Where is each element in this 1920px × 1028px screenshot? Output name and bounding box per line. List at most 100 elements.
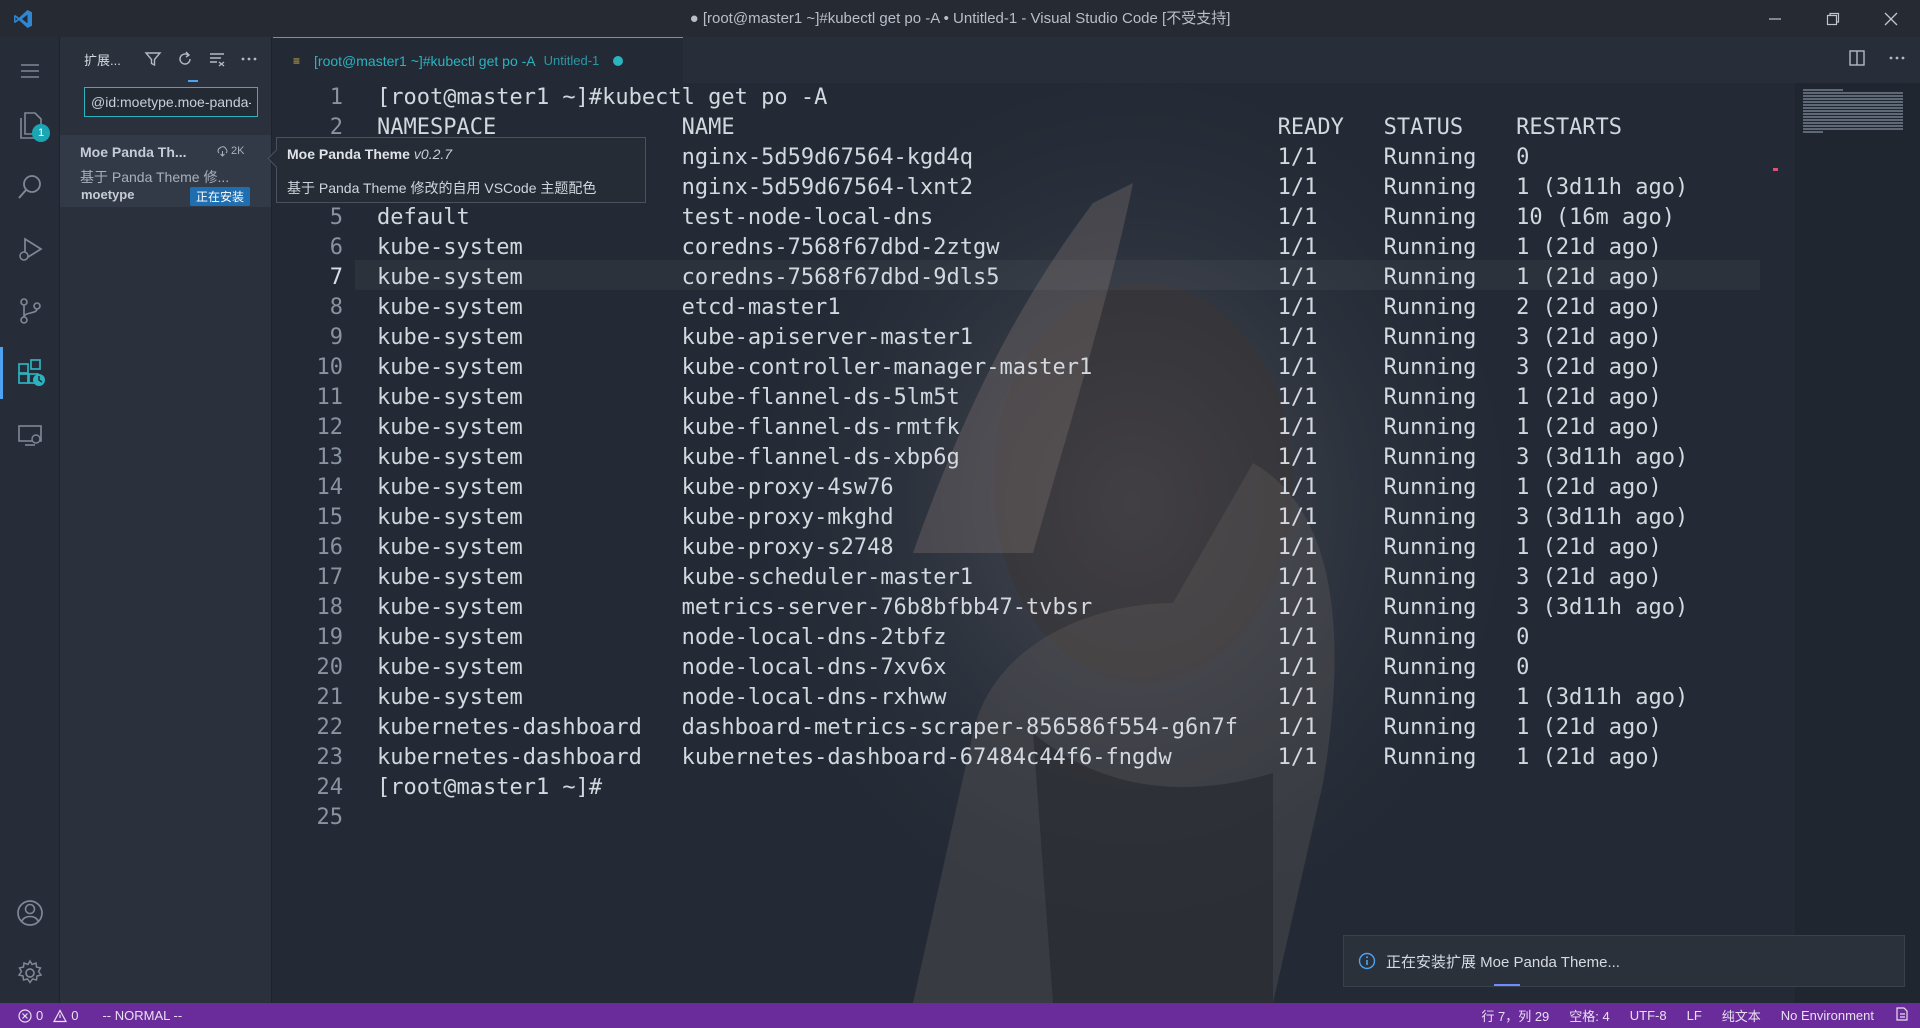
line-number: 13: [316, 445, 344, 470]
line-number: 10: [316, 355, 344, 380]
code-line[interactable]: 5 default test-node-local-dns 1/1 Running…: [273, 203, 1813, 233]
line-number: 11: [316, 385, 344, 410]
feedback-icon[interactable]: [1894, 1006, 1910, 1025]
explorer-icon[interactable]: 1: [0, 99, 60, 151]
minimap[interactable]: [1795, 83, 1920, 1003]
code-line[interactable]: 20 kube-system node-local-dns-7xv6x 1/1 R…: [273, 653, 1813, 683]
line-text[interactable]: kube-system kube-flannel-ds-xbp6g 1/1 Ru…: [377, 443, 1688, 473]
unsaved-dot-icon[interactable]: [613, 55, 624, 66]
line-number: 19: [316, 625, 344, 650]
indentation[interactable]: 空格: 4: [1569, 1006, 1609, 1025]
code-line[interactable]: 12 kube-system kube-flannel-ds-rmtfk 1/1 …: [273, 413, 1813, 443]
source-control-icon[interactable]: [0, 285, 60, 337]
activity-bar: 1: [0, 37, 60, 1003]
line-text[interactable]: kube-system node-local-dns-7xv6x 1/1 Run…: [377, 653, 1529, 683]
line-number: 5: [329, 205, 343, 230]
language-mode[interactable]: 纯文本: [1722, 1006, 1761, 1025]
line-text[interactable]: kube-system node-local-dns-2tbfz 1/1 Run…: [377, 623, 1529, 653]
code-line[interactable]: 24 [root@master1 ~]#: [273, 773, 1813, 803]
line-text[interactable]: kube-system kube-controller-manager-mast…: [377, 353, 1662, 383]
line-text[interactable]: kube-system kube-proxy-4sw76 1/1 Running…: [377, 473, 1662, 503]
environment[interactable]: No Environment: [1781, 1008, 1874, 1023]
clear-results-icon[interactable]: [206, 48, 228, 70]
code-line[interactable]: 8 kube-system etcd-master1 1/1 Running 2 …: [273, 293, 1813, 323]
line-number: 22: [316, 715, 344, 740]
line-text[interactable]: kube-system etcd-master1 1/1 Running 2 (…: [377, 293, 1662, 323]
search-icon[interactable]: [0, 161, 60, 213]
more-actions-icon[interactable]: [238, 48, 260, 70]
extension-search-input[interactable]: [84, 87, 258, 117]
line-number: 18: [316, 595, 344, 620]
code-line[interactable]: 19 kube-system node-local-dns-2tbfz 1/1 R…: [273, 623, 1813, 653]
problems-indicator[interactable]: 0 0: [18, 1008, 78, 1023]
line-number: 6: [329, 235, 343, 260]
extensions-icon[interactable]: [0, 347, 60, 399]
split-editor-icon[interactable]: [1848, 49, 1866, 72]
line-number: 9: [329, 325, 343, 350]
code-line[interactable]: 13 kube-system kube-flannel-ds-xbp6g 1/1 …: [273, 443, 1813, 473]
code-line[interactable]: 10 kube-system kube-controller-manager-ma…: [273, 353, 1813, 383]
editor-actions: [1848, 37, 1906, 83]
line-text[interactable]: default test-node-local-dns 1/1 Running …: [377, 203, 1675, 233]
line-number: 21: [316, 685, 344, 710]
account-icon[interactable]: [0, 887, 60, 939]
more-actions-icon[interactable]: [1888, 49, 1906, 72]
code-line[interactable]: 14 kube-system kube-proxy-4sw76 1/1 Runni…: [273, 473, 1813, 503]
minimize-button[interactable]: [1746, 0, 1804, 37]
status-bar: 0 0 -- NORMAL -- 行 7，列 29 空格: 4 UTF-8 LF…: [0, 1003, 1920, 1028]
line-text[interactable]: kube-system kube-scheduler-master1 1/1 R…: [377, 563, 1662, 593]
vscode-logo-icon[interactable]: [0, 0, 46, 37]
code-line[interactable]: 15 kube-system kube-proxy-mkghd 1/1 Runni…: [273, 503, 1813, 533]
filter-icon[interactable]: [142, 48, 164, 70]
line-text[interactable]: kube-system kube-proxy-s2748 1/1 Running…: [377, 533, 1662, 563]
code-line[interactable]: 11 kube-system kube-flannel-ds-5lm5t 1/1 …: [273, 383, 1813, 413]
settings-gear-icon[interactable]: [0, 947, 60, 999]
extension-downloads: 2K: [216, 145, 244, 157]
line-text[interactable]: [root@master1 ~]#kubectl get po -A: [377, 83, 827, 113]
line-text[interactable]: kube-system kube-flannel-ds-5lm5t 1/1 Ru…: [377, 383, 1662, 413]
remote-explorer-icon[interactable]: [0, 409, 60, 461]
code-line[interactable]: 9 kube-system kube-apiserver-master1 1/1 …: [273, 323, 1813, 353]
line-text[interactable]: kube-system kube-apiserver-master1 1/1 R…: [377, 323, 1662, 353]
code-line[interactable]: 7 kube-system coredns-7568f67dbd-9dls5 1/…: [273, 263, 1813, 293]
cursor-position[interactable]: 行 7，列 29: [1481, 1006, 1549, 1025]
tooltip-title: Moe Panda Theme v0.2.7: [287, 146, 452, 162]
sidebar-progress-indicator: [188, 80, 198, 82]
restore-button[interactable]: [1804, 0, 1862, 37]
line-text[interactable]: [root@master1 ~]#: [377, 773, 602, 803]
tooltip-description: 基于 Panda Theme 修改的自用 VSCode 主题配色: [287, 180, 597, 196]
editor-area[interactable]: 1 [root@master1 ~]#kubectl get po -A 2 NAME…: [273, 83, 1920, 1003]
warning-icon: [53, 1008, 68, 1022]
sidebar-title: 扩展...: [84, 52, 121, 68]
code-line[interactable]: 21 kube-system node-local-dns-rxhww 1/1 R…: [273, 683, 1813, 713]
editor-tab-untitled-1[interactable]: ≡ [root@master1 ~]#kubectl get po -A Unt…: [273, 37, 683, 83]
refresh-icon[interactable]: [174, 48, 196, 70]
code-line[interactable]: 18 kube-system metrics-server-76b8bfbb47-…: [273, 593, 1813, 623]
line-text[interactable]: kube-system kube-flannel-ds-rmtfk 1/1 Ru…: [377, 413, 1662, 443]
minimap-preview: [1803, 89, 1903, 133]
line-text[interactable]: kube-system coredns-7568f67dbd-2ztgw 1/1…: [377, 233, 1662, 263]
line-text[interactable]: kube-system metrics-server-76b8bfbb47-tv…: [377, 593, 1688, 623]
line-text[interactable]: kube-system coredns-7568f67dbd-9dls5 1/1…: [377, 263, 1662, 293]
close-button[interactable]: [1862, 0, 1920, 37]
code-line[interactable]: 1 [root@master1 ~]#kubectl get po -A: [273, 83, 1813, 113]
extension-publisher[interactable]: moetype: [81, 187, 134, 202]
line-number: 17: [316, 565, 344, 590]
code-line[interactable]: 25: [273, 803, 1813, 833]
line-text[interactable]: kube-system node-local-dns-rxhww 1/1 Run…: [377, 683, 1688, 713]
code-line[interactable]: 23 kubernetes-dashboard kubernetes-dashbo…: [273, 743, 1813, 773]
end-of-line[interactable]: LF: [1687, 1008, 1702, 1023]
extension-list-item[interactable]: Moe Panda Th... 2K 基于 Panda Theme 修... m…: [60, 135, 271, 207]
menu-icon[interactable]: [0, 45, 60, 97]
line-text[interactable]: kubernetes-dashboard kubernetes-dashboar…: [377, 743, 1662, 773]
line-number: 14: [316, 475, 344, 500]
code-line[interactable]: 6 kube-system coredns-7568f67dbd-2ztgw 1/…: [273, 233, 1813, 263]
line-text[interactable]: kubernetes-dashboard dashboard-metrics-s…: [377, 713, 1662, 743]
encoding[interactable]: UTF-8: [1630, 1008, 1667, 1023]
install-notification[interactable]: 正在安装扩展 Moe Panda Theme...: [1343, 935, 1905, 987]
line-text[interactable]: kube-system kube-proxy-mkghd 1/1 Running…: [377, 503, 1688, 533]
code-line[interactable]: 22 kubernetes-dashboard dashboard-metrics…: [273, 713, 1813, 743]
code-line[interactable]: 17 kube-system kube-scheduler-master1 1/1…: [273, 563, 1813, 593]
run-debug-icon[interactable]: [0, 223, 60, 275]
code-line[interactable]: 16 kube-system kube-proxy-s2748 1/1 Runni…: [273, 533, 1813, 563]
